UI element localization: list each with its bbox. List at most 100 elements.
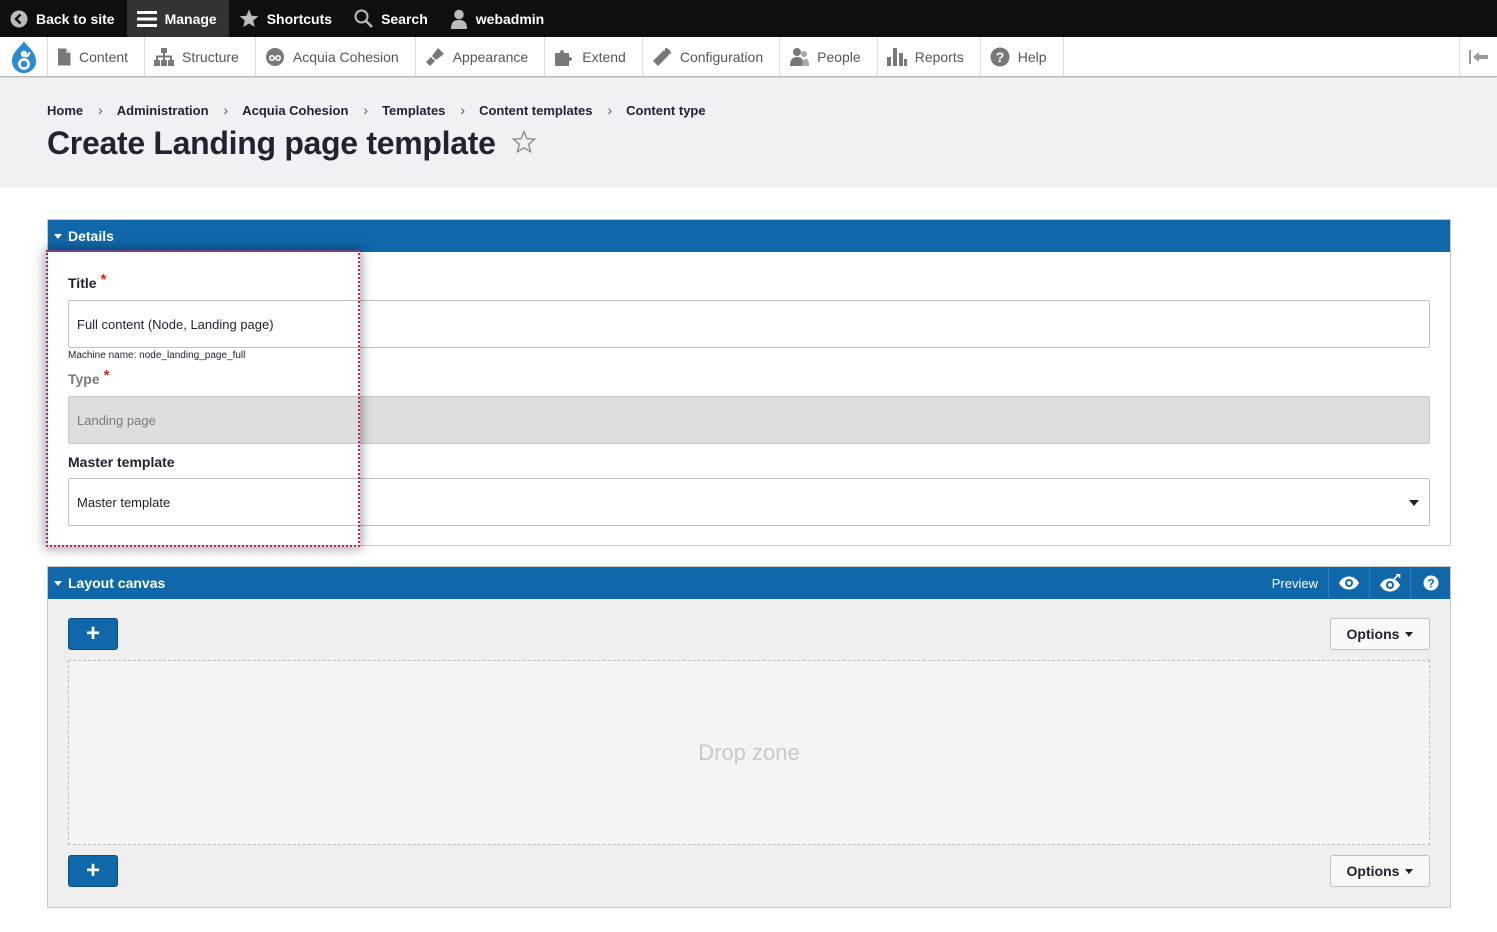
tray-item-people[interactable]: People — [780, 37, 878, 76]
page-header: Home › Administration › Acquia Cohesion … — [0, 78, 1497, 187]
back-arrow-icon — [10, 10, 28, 27]
title-label-text: Title — [68, 275, 97, 291]
manage-tab[interactable]: Manage — [126, 0, 229, 37]
options-label: Options — [1346, 863, 1400, 879]
preview-label[interactable]: Preview — [1272, 576, 1318, 591]
tray-item-label: Appearance — [452, 48, 529, 65]
collapse-icon — [1468, 49, 1488, 64]
preview-new-window-button[interactable] — [1369, 567, 1409, 599]
tray-item-label: Structure — [182, 48, 239, 65]
type-input-value: Landing page — [77, 412, 156, 428]
user-icon — [450, 9, 467, 29]
required-marker: * — [103, 367, 110, 384]
tray-item-content[interactable]: Content — [48, 37, 146, 76]
type-input: Landing page — [68, 396, 1430, 444]
shortcut-star-icon[interactable] — [512, 130, 536, 154]
details-header[interactable]: Details — [48, 220, 1450, 252]
tray-item-acquia-cohesion[interactable]: Acquia Cohesion — [256, 37, 416, 76]
breadcrumb-templates[interactable]: Templates — [382, 103, 445, 118]
collapse-tray-button[interactable] — [1459, 37, 1497, 76]
type-label-text: Type — [68, 371, 100, 387]
tray-item-reports[interactable]: Reports — [878, 37, 981, 76]
caret-down-icon — [1405, 631, 1414, 637]
people-icon — [790, 47, 810, 66]
page-title: Create Landing page template — [47, 125, 496, 161]
drop-zone[interactable]: Drop zone — [68, 660, 1430, 845]
title-input[interactable]: Full content (Node, Landing page) — [68, 300, 1430, 348]
master-template-select[interactable]: Master template — [68, 478, 1430, 526]
layout-canvas-heading: Layout canvas — [68, 575, 166, 591]
add-element-button-top[interactable]: + — [68, 618, 118, 650]
shortcuts-label: Shortcuts — [266, 10, 333, 27]
drupal-drop-icon — [11, 40, 36, 73]
breadcrumb-administration[interactable]: Administration — [117, 103, 209, 118]
manage-label: Manage — [164, 10, 217, 27]
search-tab[interactable]: Search — [344, 0, 440, 37]
drupal-logo[interactable] — [0, 37, 48, 76]
breadcrumb: Home › Administration › Acquia Cohesion … — [47, 102, 706, 118]
tray-item-appearance[interactable]: Appearance — [416, 37, 546, 76]
wrench-icon — [652, 47, 671, 66]
tray-item-label: Help — [1017, 48, 1047, 65]
user-label: webadmin — [475, 10, 545, 27]
tray-item-structure[interactable]: Structure — [145, 37, 256, 76]
breadcrumb-content-type[interactable]: Content type — [626, 103, 705, 118]
master-template-value: Master template — [77, 494, 171, 510]
help-icon: ? — [990, 47, 1010, 66]
star-icon — [239, 9, 259, 27]
tray-item-label: Extend — [582, 48, 626, 65]
breadcrumb-separator: › — [223, 102, 229, 118]
drop-zone-label: Drop zone — [698, 739, 800, 765]
tray-item-label: Reports — [914, 48, 964, 65]
tray-item-extend[interactable]: Extend — [545, 37, 643, 76]
eye-icon — [1338, 576, 1359, 590]
puzzle-icon — [555, 49, 573, 66]
chevron-down-icon — [1409, 500, 1419, 506]
cohesion-icon — [265, 47, 284, 66]
master-template-label: Master template — [68, 454, 175, 470]
details-panel: Details Title * Full content (Node, Landi… — [47, 219, 1451, 546]
tray-item-configuration[interactable]: Configuration — [643, 37, 781, 76]
breadcrumb-home[interactable]: Home — [47, 103, 83, 118]
title-input-value: Full content (Node, Landing page) — [77, 316, 274, 332]
collapse-caret-icon — [54, 233, 62, 239]
options-label: Options — [1346, 626, 1400, 642]
bar-chart-icon — [886, 47, 907, 66]
tray-item-label: Configuration — [679, 48, 764, 65]
canvas-help-button[interactable]: ? — [1410, 567, 1450, 599]
breadcrumb-separator: › — [607, 102, 613, 118]
hamburger-icon — [136, 10, 157, 27]
tray-item-label: Content — [79, 48, 129, 65]
tray-item-label: Acquia Cohesion — [292, 48, 399, 65]
machine-name: Machine name: node_landing_page_full — [68, 350, 246, 361]
document-icon — [58, 48, 71, 65]
breadcrumb-content-templates[interactable]: Content templates — [479, 103, 592, 118]
required-marker: * — [100, 271, 107, 288]
add-element-button-bottom[interactable]: + — [68, 855, 118, 887]
collapse-caret-icon — [54, 580, 62, 586]
options-button-bottom[interactable]: Options — [1330, 855, 1430, 887]
type-label: Type * — [68, 367, 109, 388]
back-to-site-label: Back to site — [36, 10, 115, 27]
svg-text:?: ? — [995, 49, 1004, 65]
tray-item-help[interactable]: ? Help — [981, 37, 1064, 76]
preview-button[interactable] — [1328, 567, 1368, 599]
structure-icon — [154, 47, 175, 66]
paintbrush-icon — [425, 47, 444, 66]
options-button-top[interactable]: Options — [1330, 618, 1430, 650]
svg-text:?: ? — [1427, 576, 1434, 590]
layout-canvas-header[interactable]: Layout canvas Preview ? — [48, 567, 1450, 599]
tray-item-label: People — [817, 48, 861, 65]
breadcrumb-acquia-cohesion[interactable]: Acquia Cohesion — [242, 103, 348, 118]
user-tab[interactable]: webadmin — [440, 0, 556, 37]
help-icon: ? — [1423, 575, 1438, 591]
search-label: Search — [381, 10, 428, 27]
breadcrumb-separator: › — [363, 102, 369, 118]
admin-toolbar: Back to site Manage Shortcuts Search web… — [0, 0, 1497, 37]
shortcuts-tab[interactable]: Shortcuts — [229, 0, 344, 37]
back-to-site-link[interactable]: Back to site — [0, 0, 127, 37]
title-label: Title * — [68, 271, 106, 292]
eye-external-icon — [1379, 574, 1400, 592]
breadcrumb-separator: › — [98, 102, 103, 118]
breadcrumb-separator: › — [460, 102, 466, 118]
